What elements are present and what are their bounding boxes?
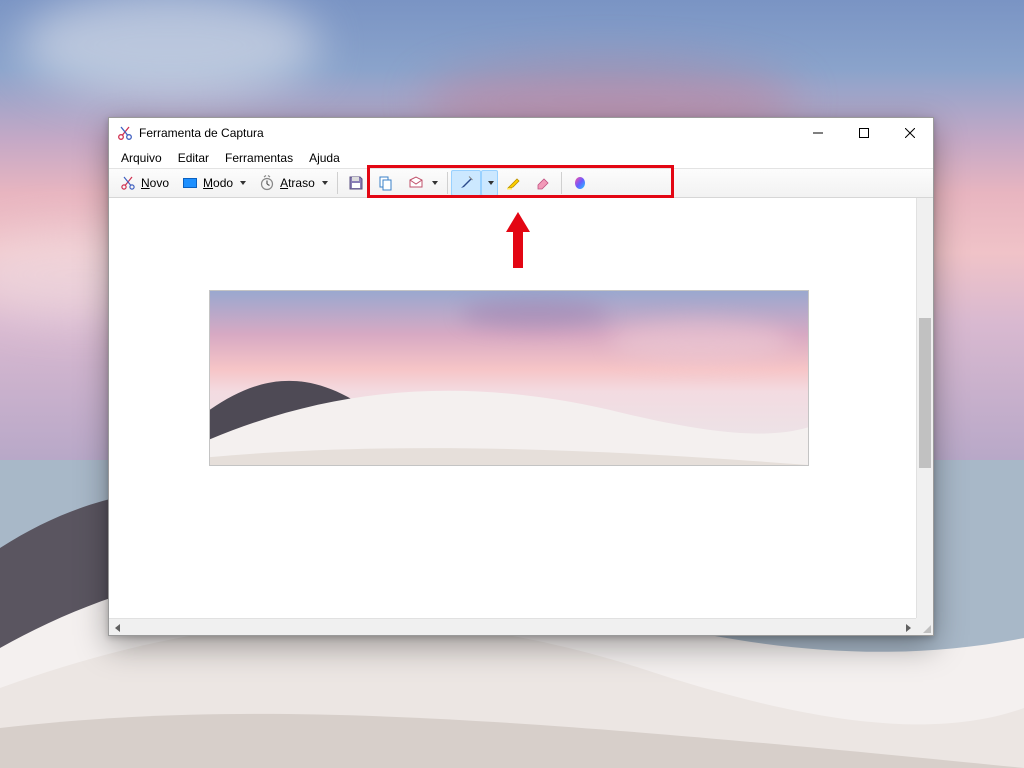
minimize-button[interactable] — [795, 118, 841, 148]
separator — [337, 172, 338, 194]
resize-grip-icon[interactable] — [916, 618, 933, 635]
delay-button[interactable]: Atraso — [252, 170, 334, 196]
copy-icon — [377, 174, 395, 192]
copy-button[interactable] — [371, 170, 401, 196]
window-title: Ferramenta de Captura — [139, 126, 264, 140]
scroll-right-icon[interactable] — [899, 619, 916, 635]
chevron-down-icon — [322, 181, 328, 185]
horizontal-scrollbar[interactable] — [109, 618, 916, 635]
titlebar[interactable]: Ferramenta de Captura — [109, 118, 933, 148]
save-button[interactable] — [341, 170, 371, 196]
captured-snip-image — [209, 290, 809, 466]
send-mail-icon — [407, 174, 425, 192]
vertical-scrollbar[interactable] — [916, 198, 933, 618]
chevron-down-icon — [432, 181, 438, 185]
delay-label: Atraso — [280, 176, 315, 190]
eraser-icon — [534, 174, 552, 192]
toolbar: Novo Modo Atraso — [109, 168, 933, 198]
menu-tools[interactable]: Ferramentas — [217, 149, 301, 167]
pen-button[interactable] — [451, 170, 481, 196]
maximize-button[interactable] — [841, 118, 887, 148]
menubar: Arquivo Editar Ferramentas Ajuda — [109, 148, 933, 168]
menu-edit[interactable]: Editar — [170, 149, 217, 167]
pen-dropdown[interactable] — [481, 170, 498, 196]
pen-icon — [457, 174, 475, 192]
save-icon — [347, 174, 365, 192]
chevron-down-icon — [240, 181, 246, 185]
mode-label: Modo — [203, 176, 233, 190]
scrollbar-thumb[interactable] — [919, 318, 931, 468]
close-button[interactable] — [887, 118, 933, 148]
eraser-button[interactable] — [528, 170, 558, 196]
mode-button[interactable]: Modo — [175, 170, 252, 196]
scissors-icon — [119, 174, 137, 192]
send-button[interactable] — [401, 170, 444, 196]
new-label: Novo — [141, 176, 169, 190]
paint3d-button[interactable] — [565, 170, 595, 196]
separator — [447, 172, 448, 194]
mode-rect-icon — [181, 174, 199, 192]
paint3d-icon — [571, 174, 589, 192]
canvas-area[interactable] — [109, 198, 933, 635]
snipping-tool-window: Ferramenta de Captura Arquivo Editar Fer… — [108, 117, 934, 636]
highlighter-button[interactable] — [498, 170, 528, 196]
menu-file[interactable]: Arquivo — [113, 149, 170, 167]
highlighter-icon — [504, 174, 522, 192]
scissors-app-icon — [117, 125, 133, 141]
scroll-left-icon[interactable] — [109, 619, 126, 635]
clock-icon — [258, 174, 276, 192]
new-snip-button[interactable]: Novo — [113, 170, 175, 196]
menu-help[interactable]: Ajuda — [301, 149, 348, 167]
separator — [561, 172, 562, 194]
chevron-down-icon — [488, 181, 494, 185]
